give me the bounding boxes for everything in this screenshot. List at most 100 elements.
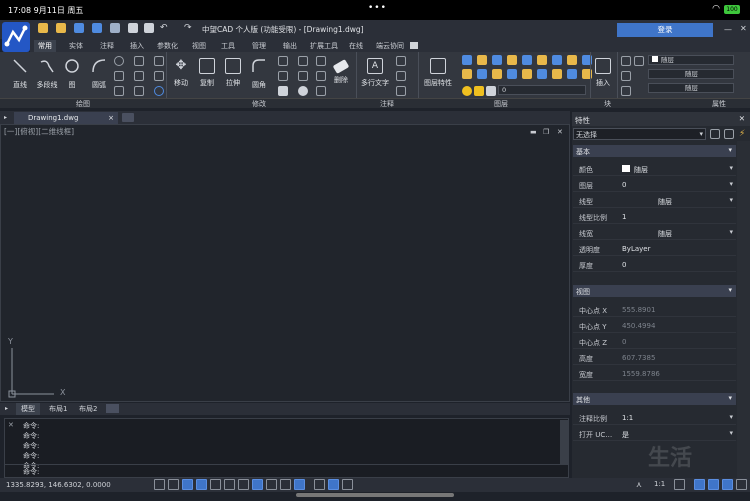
tab-layout2[interactable]: 布局2 — [74, 403, 102, 415]
layer-tool-icon[interactable] — [567, 69, 577, 79]
add-layout-icon[interactable] — [106, 404, 119, 413]
otrack-toggle-icon[interactable] — [224, 479, 235, 490]
lightbulb-icon[interactable] — [462, 86, 472, 96]
line-tool[interactable]: 直线 — [8, 58, 32, 90]
layer-tool-icon[interactable] — [567, 55, 577, 65]
join-icon[interactable] — [298, 86, 308, 96]
insert-block-tool[interactable]: 插入 — [592, 58, 614, 88]
lineweight-dropdown[interactable]: 随层 — [648, 83, 734, 93]
save-icon[interactable] — [74, 23, 84, 33]
prop-row-color[interactable]: 颜色 随层 — [573, 161, 736, 176]
tab-solid[interactable]: 实体 — [65, 40, 87, 52]
layer-tool-icon[interactable] — [507, 55, 517, 65]
current-layer-dropdown[interactable]: 0 — [498, 85, 586, 95]
revcloud-icon[interactable] — [154, 71, 164, 81]
layout-menu-icon[interactable]: ▸ — [5, 405, 8, 412]
osnap-toggle-icon[interactable] — [210, 479, 221, 490]
polar-toggle-icon[interactable] — [196, 479, 207, 490]
layer-tool-icon[interactable] — [477, 69, 487, 79]
ortho-toggle-icon[interactable] — [182, 479, 193, 490]
tab-annotate[interactable]: 注释 — [96, 40, 118, 52]
table-icon[interactable] — [396, 86, 406, 96]
minimize-icon[interactable]: — — [724, 25, 732, 34]
rectangle-icon[interactable] — [114, 86, 124, 96]
prop-row-lineweight[interactable]: 线宽 随层 — [573, 225, 736, 240]
section-basic[interactable]: 基本 ▾ — [573, 145, 736, 157]
customize-icon[interactable] — [736, 479, 747, 490]
quick-select-icon[interactable]: ⚡ — [739, 129, 745, 139]
tab-extensions[interactable]: 扩展工具 — [306, 40, 342, 52]
layer-tool-icon[interactable] — [507, 69, 517, 79]
viewport-minimize-icon[interactable]: ▬ — [530, 128, 537, 136]
transparency-toggle-icon[interactable] — [280, 479, 291, 490]
layer-tool-icon[interactable] — [552, 55, 562, 65]
layer-tool-icon[interactable] — [462, 55, 472, 65]
region-icon[interactable] — [134, 71, 144, 81]
layer-properties-tool[interactable]: 图层特性 — [422, 58, 454, 88]
isolate-toggle-icon[interactable] — [314, 479, 325, 490]
publish-icon[interactable] — [110, 23, 120, 33]
lock-icon[interactable] — [486, 86, 496, 96]
cloud-icon[interactable] — [134, 86, 144, 96]
linetype-icon[interactable] — [621, 71, 631, 81]
login-button[interactable]: 登录 — [617, 23, 713, 37]
array-icon[interactable] — [316, 71, 326, 81]
tab-home[interactable]: 常用 — [34, 40, 56, 52]
fillet-tool[interactable]: 圆角 — [248, 58, 270, 90]
viewport-close-icon[interactable]: ✕ — [557, 128, 563, 136]
redo-icon[interactable]: ↷ — [184, 23, 192, 33]
layer-tool-icon[interactable] — [522, 55, 532, 65]
erase-tool[interactable]: 删除 — [330, 58, 352, 85]
tab-online[interactable]: 在线 — [345, 40, 367, 52]
properties-scrollbar[interactable] — [737, 141, 750, 478]
document-tab[interactable]: Drawing1.dwg × — [14, 112, 118, 124]
toggle-pickadd-icon[interactable] — [710, 129, 720, 139]
tab-parametric[interactable]: 参数化 — [153, 40, 182, 52]
lineweight-toggle-icon[interactable] — [266, 479, 277, 490]
mtext-tool[interactable]: A 多行文字 — [360, 58, 390, 88]
sun-icon[interactable] — [474, 86, 484, 96]
open-folder-icon[interactable] — [56, 23, 66, 33]
tab-insert[interactable]: 插入 — [126, 40, 148, 52]
prop-row-layer[interactable]: 图层 0 — [573, 177, 736, 192]
prop-row-ltscale[interactable]: 线型比例 1 — [573, 209, 736, 224]
spline-icon[interactable] — [134, 56, 144, 66]
annotation-scale[interactable]: 1:1 — [654, 480, 665, 488]
print-icon[interactable] — [128, 23, 138, 33]
command-close-icon[interactable]: ✕ — [8, 421, 14, 429]
layer-tool-icon[interactable] — [552, 69, 562, 79]
break-icon[interactable] — [316, 86, 326, 96]
prop-row-linetype[interactable]: 线型 随层 — [573, 193, 736, 208]
annotation-autoscale-icon[interactable] — [674, 479, 685, 490]
new-file-icon[interactable] — [38, 23, 48, 33]
move-tool[interactable]: ✥ 移动 — [170, 58, 192, 88]
select-objects-icon[interactable] — [724, 129, 734, 139]
scale-icon[interactable] — [298, 71, 308, 81]
donut-icon[interactable] — [154, 86, 164, 96]
annotation-visibility-icon[interactable]: ⋏ — [636, 480, 642, 489]
properties-close-icon[interactable]: ✕ — [739, 114, 745, 123]
layer-tool-icon[interactable] — [462, 69, 472, 79]
tab-view[interactable]: 视图 — [188, 40, 210, 52]
tab-layout1[interactable]: 布局1 — [44, 403, 72, 415]
grid-toggle-icon[interactable] — [154, 479, 165, 490]
snap-toggle-icon[interactable] — [168, 479, 179, 490]
explode-icon[interactable] — [278, 86, 288, 96]
prop-row-anno-scale[interactable]: 注释比例 1:1 — [573, 410, 736, 425]
stretch-tool[interactable]: 拉伸 — [222, 58, 244, 88]
fullscreen-icon[interactable] — [722, 479, 733, 490]
viewport-restore-icon[interactable]: ❐ — [543, 128, 549, 136]
save-as-icon[interactable] — [92, 23, 102, 33]
layer-tool-icon[interactable] — [537, 55, 547, 65]
arc-tool[interactable]: 圆弧 — [88, 58, 110, 90]
command-input[interactable]: 命令: — [4, 464, 569, 477]
trim-icon[interactable] — [278, 56, 288, 66]
list-icon[interactable] — [621, 86, 631, 96]
offset-icon[interactable] — [316, 56, 326, 66]
prop-row-ucs-icon[interactable]: 打开 UC… 是 — [573, 426, 736, 441]
color-dropdown[interactable]: 随层 — [648, 55, 734, 65]
tab-manage[interactable]: 管理 — [248, 40, 270, 52]
section-other[interactable]: 其他 ▾ — [573, 393, 736, 405]
mirror-icon[interactable] — [298, 56, 308, 66]
layer-tool-icon[interactable] — [477, 55, 487, 65]
